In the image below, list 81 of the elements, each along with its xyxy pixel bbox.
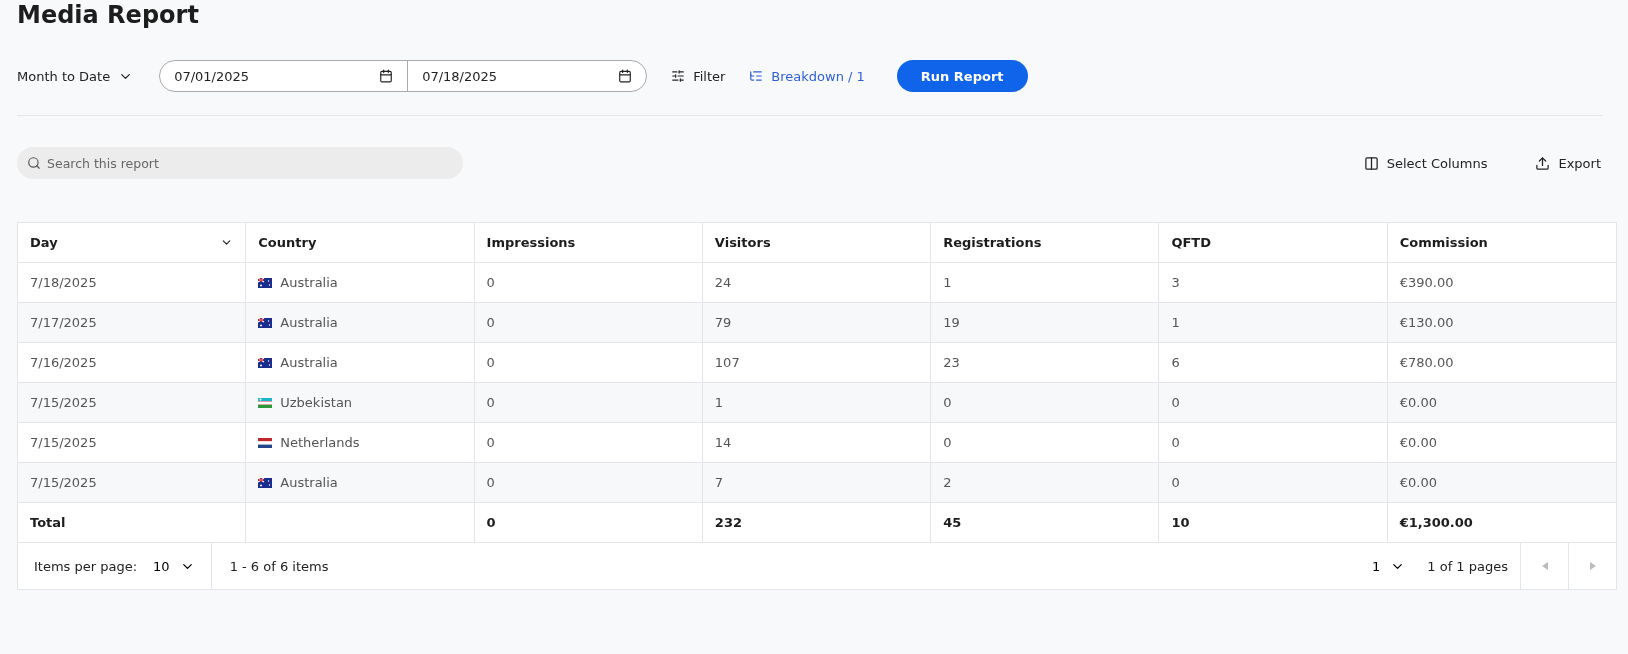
table-cell: 24 [702, 263, 932, 302]
table-cell: Australia [280, 355, 338, 370]
page-count-text: 1 of 1 pages [1426, 558, 1509, 574]
table-cell: 7 [702, 463, 932, 502]
table-cell: 0 [474, 463, 703, 502]
table-cell: 0 [474, 343, 703, 382]
date-range-dropdown[interactable]: Month to Date [17, 68, 134, 84]
table-cell: 1 [931, 263, 1160, 302]
table-cell: 0 [474, 383, 703, 422]
sliders-icon [671, 69, 686, 83]
table-cell: 1 [702, 383, 932, 422]
table-cell: 7/15/2025 [18, 423, 247, 462]
table-cell: Netherlands [280, 435, 360, 450]
flag-icon [258, 317, 273, 328]
table-cell: 6 [1159, 343, 1388, 382]
items-per-page-label: Items per page: [34, 558, 138, 574]
table-cell: 0 [474, 263, 703, 302]
table-cell: 7/16/2025 [18, 343, 247, 382]
run-report-button[interactable]: Run Report [896, 60, 1028, 92]
table-cell: 0 [931, 383, 1160, 422]
table-cell: Australia [280, 315, 338, 330]
table-cell: 0 [1159, 463, 1388, 502]
flag-icon [258, 357, 273, 368]
page-title: Media Report [17, 0, 200, 30]
table-cell: 232 [702, 503, 932, 542]
table-cell: 0 [1159, 383, 1388, 422]
columns-icon [1363, 155, 1379, 171]
table-cell: Uzbekistan [280, 395, 353, 410]
table-cell: 0 [474, 303, 703, 342]
column-header[interactable]: Impressions [474, 223, 703, 262]
table-cell: 107 [702, 343, 932, 382]
search-field[interactable]: Search this report [17, 147, 463, 179]
table-cell: Total [18, 503, 247, 542]
column-header[interactable]: Day [18, 223, 247, 262]
table-cell-text: €0.00 [1398, 474, 1438, 492]
triangle-left-icon [1541, 562, 1548, 570]
table-cell: Australia [280, 475, 338, 490]
table-cell-text: €390.00 [1398, 274, 1455, 292]
select-columns-button[interactable]: Select Columns [1363, 155, 1488, 171]
table-cell: 45 [931, 503, 1160, 542]
per-page-dropdown[interactable]: 10 [153, 558, 195, 574]
item-range-text: 1 - 6 of 6 items [228, 558, 329, 574]
filter-button[interactable]: Filter [671, 68, 726, 84]
column-header[interactable]: Visitors [702, 223, 932, 262]
table-cell: 7/18/2025 [18, 263, 247, 302]
flag-icon [258, 437, 273, 448]
table-cell-text: €780.00 [1398, 354, 1455, 372]
table-cell-text: €0.00 [1398, 434, 1438, 452]
breakdown-button[interactable]: Breakdown / 1 [749, 68, 865, 84]
table-cell: 0 [931, 423, 1160, 462]
page-dropdown[interactable]: 1 [1372, 558, 1406, 574]
table-cell-text: €1,300.00 [1398, 514, 1474, 532]
table-cell: 2 [931, 463, 1160, 502]
column-header[interactable]: Commission [1387, 223, 1616, 262]
table-cell-text: €130.00 [1398, 314, 1455, 332]
table-cell: 1 [1159, 303, 1388, 342]
table-cell: Australia [280, 275, 338, 290]
table-cell: 14 [702, 423, 932, 462]
table-cell: 0 [474, 423, 703, 462]
column-header[interactable]: Country [246, 223, 475, 262]
table-cell: 7/17/2025 [18, 303, 247, 342]
table-cell: 10 [1159, 503, 1388, 542]
export-button[interactable]: Export [1535, 155, 1601, 171]
table-cell: 7/15/2025 [18, 463, 247, 502]
list-icon [749, 69, 764, 83]
table-cell-text: €0.00 [1398, 394, 1438, 412]
column-header[interactable]: Registrations [931, 223, 1160, 262]
table-cell: 0 [474, 503, 703, 542]
column-header[interactable]: QFTD [1159, 223, 1388, 262]
table-cell: 19 [931, 303, 1160, 342]
flag-icon [258, 397, 273, 408]
upload-icon [1535, 155, 1551, 171]
table-cell: 3 [1159, 263, 1388, 302]
triangle-right-icon [1589, 562, 1596, 570]
table-cell: 23 [931, 343, 1160, 382]
search-icon [27, 156, 41, 170]
table-cell: 7/15/2025 [18, 383, 247, 422]
table-cell: 79 [702, 303, 932, 342]
table-cell: 0 [1159, 423, 1388, 462]
flag-icon [258, 277, 273, 288]
flag-icon [258, 477, 273, 488]
